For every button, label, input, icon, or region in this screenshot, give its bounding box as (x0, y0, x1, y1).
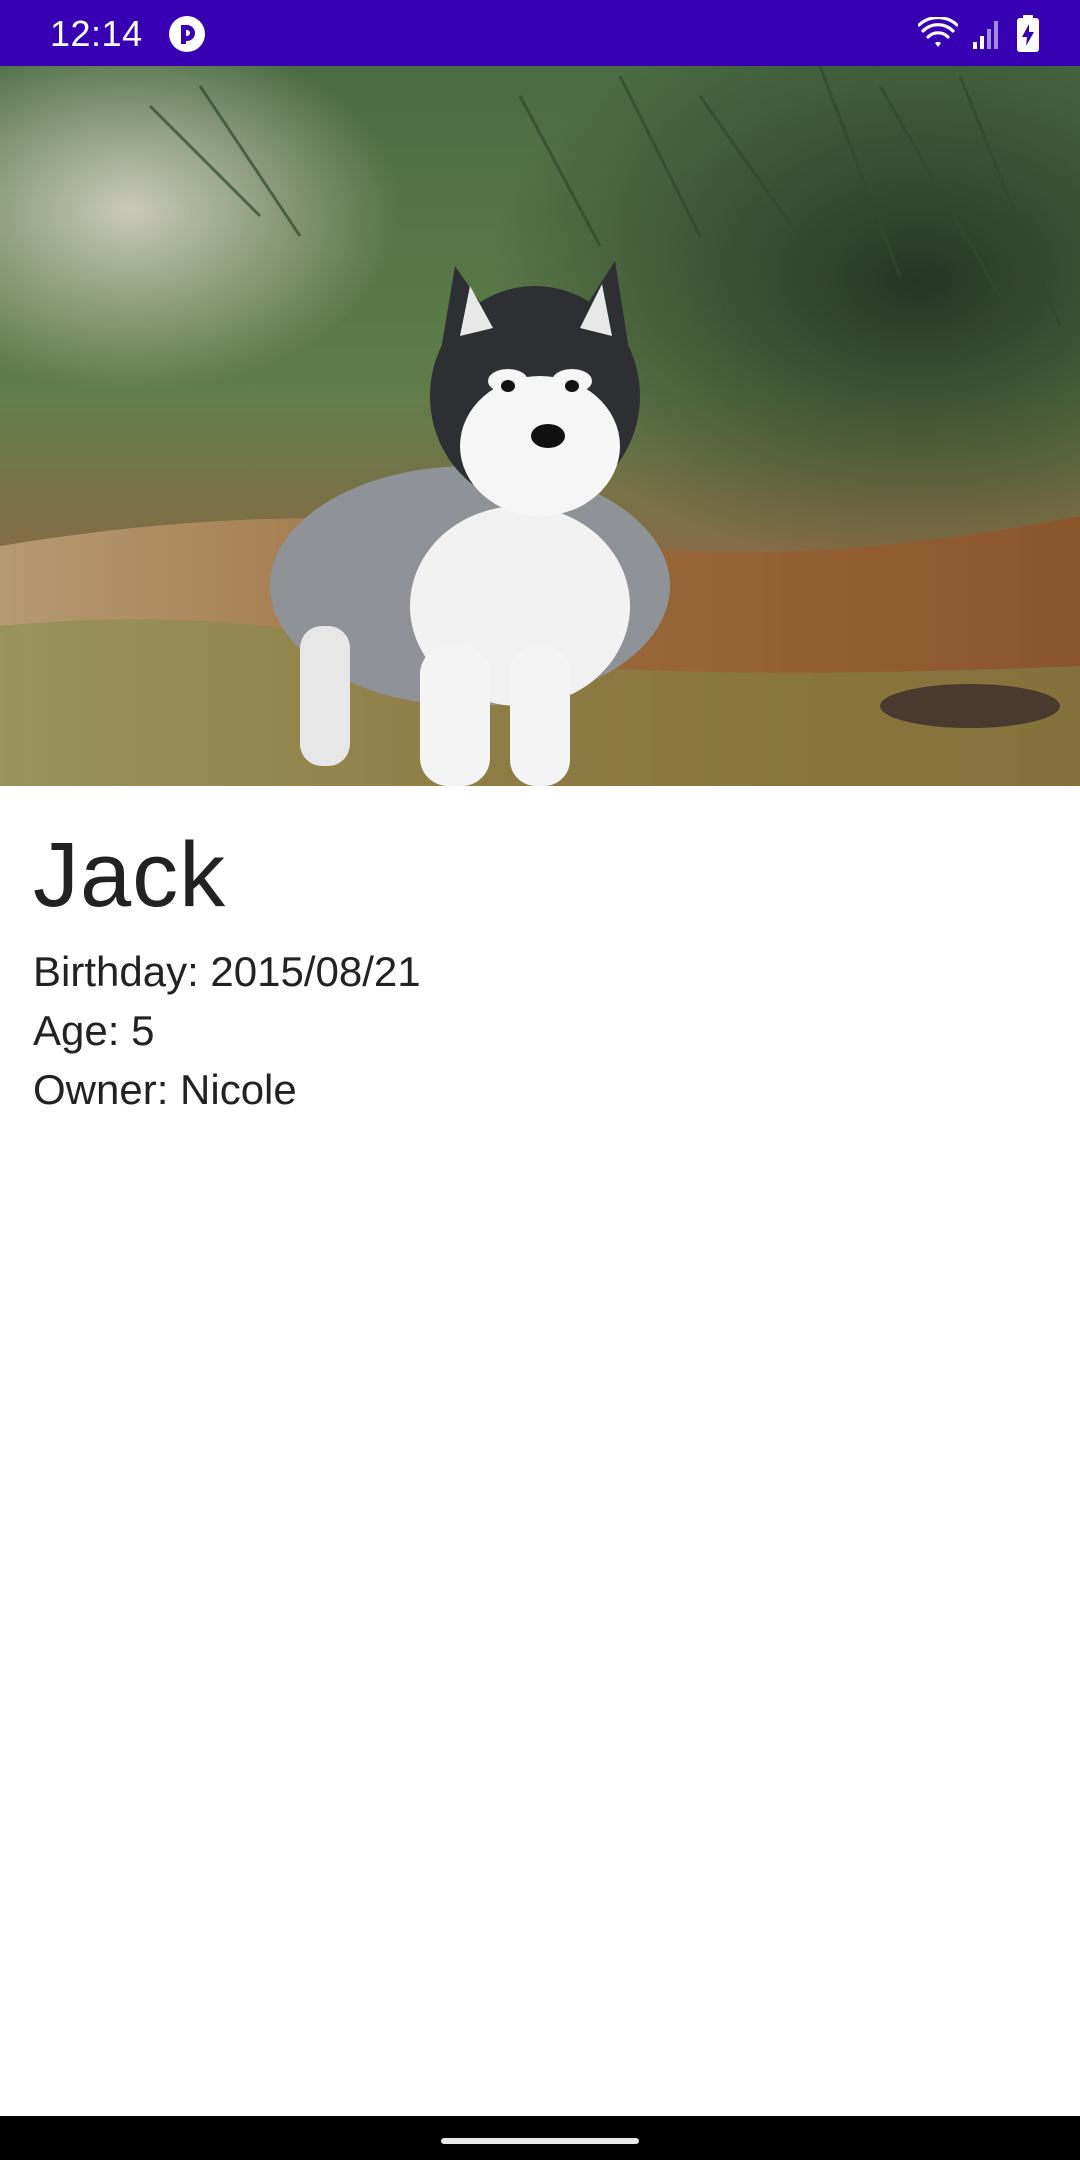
wifi-icon (918, 17, 958, 51)
home-gesture-handle[interactable] (441, 2138, 639, 2144)
pet-age: Age: 5 (33, 1007, 155, 1054)
status-bar: 12:14 (0, 0, 1080, 66)
battery-charging-icon (1016, 15, 1040, 53)
pocket-casts-icon (167, 14, 207, 54)
pet-photo (0, 66, 1080, 786)
status-time: 12:14 (50, 13, 143, 54)
pet-details: Jack Birthday: 2015/08/21 Age: 5 Owner: … (33, 820, 1033, 1119)
pet-name: Jack (33, 824, 227, 926)
navigation-bar (0, 2116, 1080, 2160)
pet-birthday: Birthday: 2015/08/21 (33, 948, 421, 995)
status-icons (918, 14, 1040, 54)
cell-signal-icon (972, 18, 1002, 50)
pet-detail-screen: 12:14 Jack Birthday: 2015/08/21 Age: 5 O… (0, 0, 1080, 2160)
pet-owner: Owner: Nicole (33, 1066, 297, 1113)
